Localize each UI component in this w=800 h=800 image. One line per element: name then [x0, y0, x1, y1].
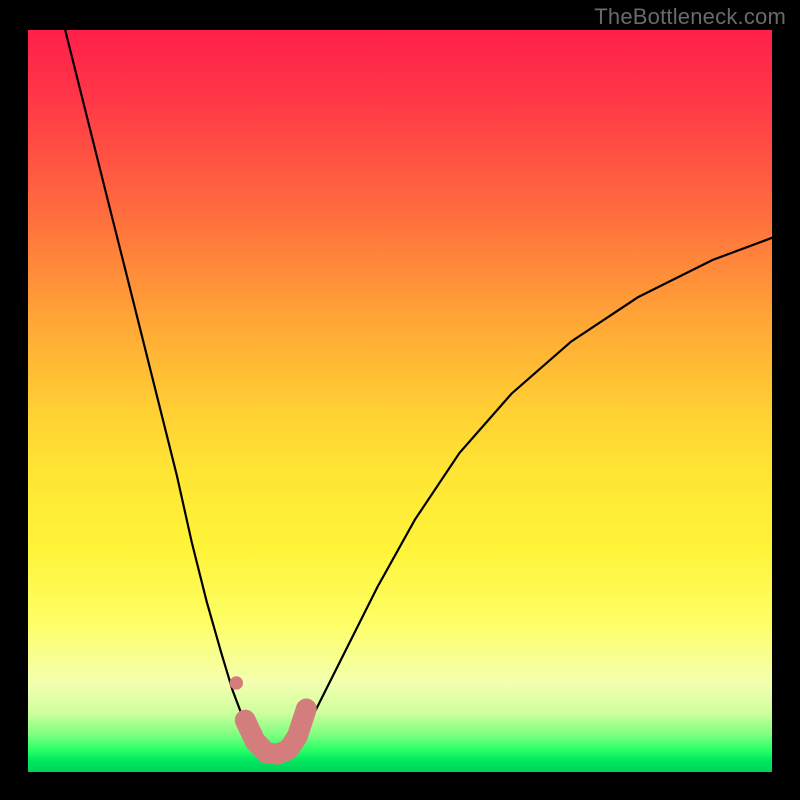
marker-valley-blob: [245, 709, 306, 754]
watermark-text: TheBottleneck.com: [594, 4, 786, 30]
chart-overlay: [28, 30, 772, 772]
curve-line: [65, 30, 772, 757]
marker-left-dot: [230, 676, 243, 689]
chart-frame: TheBottleneck.com: [0, 0, 800, 800]
plot-area: [28, 30, 772, 772]
